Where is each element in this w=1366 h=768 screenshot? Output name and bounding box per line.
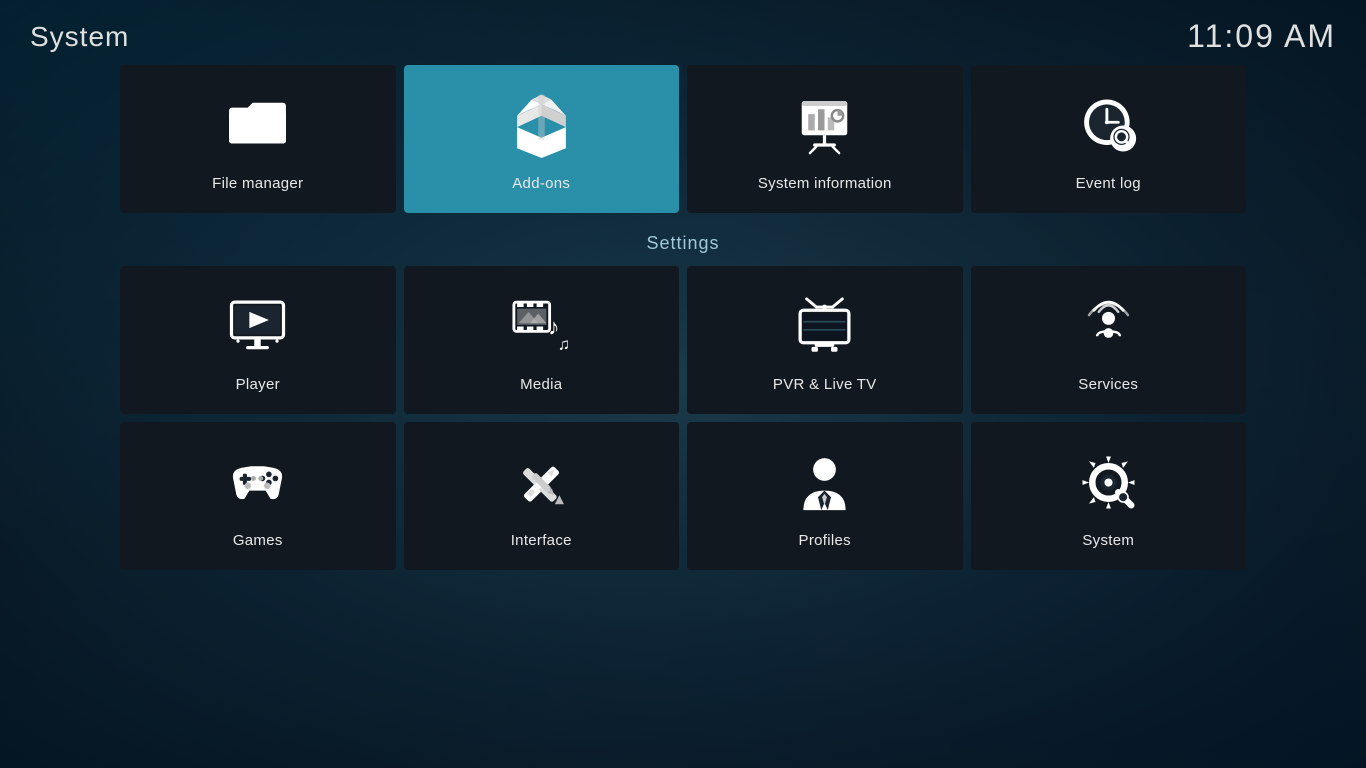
settings-row-2: Games <box>120 422 1246 570</box>
tile-add-ons[interactable]: Add-ons <box>404 65 680 213</box>
tile-interface-label: Interface <box>511 532 572 549</box>
svg-text:♫: ♫ <box>558 335 570 353</box>
services-icon <box>1073 292 1143 362</box>
tile-media-label: Media <box>520 376 562 393</box>
settings-label: Settings <box>120 233 1246 254</box>
tile-profiles-label: Profiles <box>799 532 851 549</box>
tile-pvr-label: PVR & Live TV <box>773 376 877 393</box>
media-icon: ♪ ♫ <box>506 292 576 362</box>
tile-system-label: System <box>1082 532 1134 549</box>
top-row: File manager <box>120 65 1246 213</box>
games-icon <box>223 448 293 518</box>
page-title: System <box>30 21 129 53</box>
settings-row-1: Player <box>120 266 1246 414</box>
clock: 11:09 AM <box>1187 18 1336 55</box>
tile-services[interactable]: Services <box>971 266 1247 414</box>
tile-system-information[interactable]: System information <box>687 65 963 213</box>
main-content: File manager <box>0 65 1366 570</box>
system-info-icon <box>790 91 860 161</box>
tile-file-manager[interactable]: File manager <box>120 65 396 213</box>
tile-pvr[interactable]: PVR & Live TV <box>687 266 963 414</box>
tile-player[interactable]: Player <box>120 266 396 414</box>
pvr-icon <box>790 292 860 362</box>
folder-icon <box>223 91 293 161</box>
profiles-icon <box>790 448 860 518</box>
tile-event-log-label: Event log <box>1076 175 1141 192</box>
interface-icon <box>506 448 576 518</box>
tile-event-log[interactable]: Event log <box>971 65 1247 213</box>
header: System 11:09 AM <box>0 0 1366 65</box>
system-icon <box>1073 448 1143 518</box>
tile-interface[interactable]: Interface <box>404 422 680 570</box>
tile-profiles[interactable]: Profiles <box>687 422 963 570</box>
tile-add-ons-label: Add-ons <box>512 175 570 192</box>
tile-system-information-label: System information <box>758 175 892 192</box>
player-icon <box>223 292 293 362</box>
event-log-icon <box>1073 91 1143 161</box>
tile-services-label: Services <box>1078 376 1138 393</box>
tile-games[interactable]: Games <box>120 422 396 570</box>
tile-media[interactable]: ♪ ♫ Media <box>404 266 680 414</box>
tile-games-label: Games <box>233 532 283 549</box>
tile-system[interactable]: System <box>971 422 1247 570</box>
tile-player-label: Player <box>236 376 280 393</box>
addons-icon <box>506 91 576 161</box>
tile-file-manager-label: File manager <box>212 175 303 192</box>
